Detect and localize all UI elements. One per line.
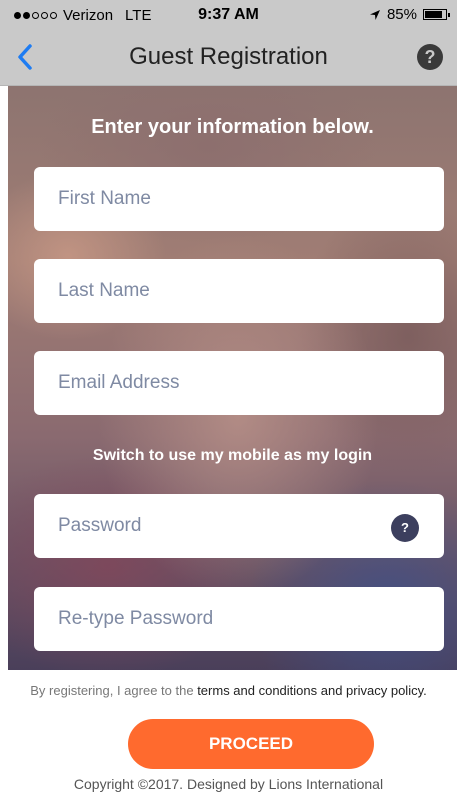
last-name-input[interactable] xyxy=(34,259,444,323)
help-button[interactable]: ? xyxy=(417,44,443,70)
first-name-input[interactable] xyxy=(34,167,444,231)
retype-password-input[interactable] xyxy=(34,587,444,651)
status-right: 85% xyxy=(369,6,450,23)
battery-icon xyxy=(423,9,450,20)
proceed-button[interactable]: PROCEED xyxy=(128,719,374,769)
copyright-text: Copyright ©2017. Designed by Lions Inter… xyxy=(73,776,384,792)
page-title: Guest Registration xyxy=(129,43,328,70)
registration-form: Enter your information below. Switch to … xyxy=(8,86,457,670)
password-input[interactable] xyxy=(34,494,444,558)
battery-percent: 85% xyxy=(386,6,417,23)
terms-notice: By registering, I agree to the terms and… xyxy=(0,683,457,698)
switch-mobile-login-link[interactable]: Switch to use my mobile as my login xyxy=(8,447,457,465)
password-help-icon[interactable]: ? xyxy=(391,514,419,542)
status-bar: Verizon LTE 9:37 AM 85% xyxy=(0,0,457,30)
form-heading: Enter your information below. xyxy=(91,116,374,138)
battery-level xyxy=(425,11,442,18)
terms-link[interactable]: terms and conditions and privacy policy. xyxy=(197,683,427,698)
terms-prefix: By registering, I agree to the xyxy=(30,683,198,698)
navigation-bar: Guest Registration ? xyxy=(0,30,457,86)
location-arrow-icon xyxy=(369,9,380,20)
email-input[interactable] xyxy=(34,351,444,415)
